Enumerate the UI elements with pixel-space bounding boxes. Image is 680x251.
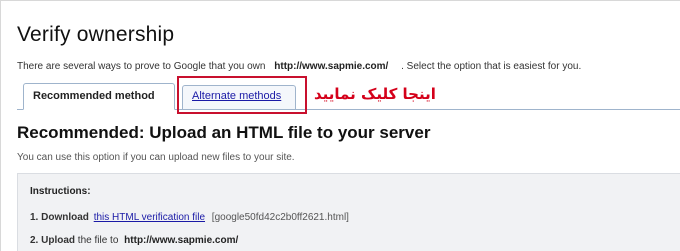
instructions-box: Instructions: 1. Download this HTML veri… [17, 173, 680, 251]
intro-before: There are several ways to prove to Googl… [17, 61, 266, 72]
step-1-verb: Download [41, 212, 89, 223]
instruction-step-1: 1. Download this HTML verification file … [30, 212, 349, 223]
annotation-highlight-box [177, 76, 307, 114]
section-description: You can use this option if you can uploa… [17, 152, 295, 163]
verification-filename: [google50fd42c2b0ff2621.html] [211, 212, 349, 223]
tab-recommended-method[interactable]: Recommended method [23, 83, 175, 110]
step-2-site-url: http://www.sapmie.com/ [124, 235, 239, 246]
instruction-step-2: 2. Upload the file to http://www.sapmie.… [30, 235, 238, 246]
intro-site-url: http://www.sapmie.com/ [274, 61, 389, 72]
step-2-number: 2. [30, 235, 39, 246]
section-title: Recommended: Upload an HTML file to your… [17, 123, 431, 142]
download-verification-file-link[interactable]: this HTML verification file [94, 212, 205, 223]
tab-recommended-label: Recommended method [33, 90, 155, 102]
annotation-click-here: اینجا کلیک نمایید [314, 85, 436, 103]
page-title: Verify ownership [17, 23, 175, 46]
step-2-verb: Upload [41, 235, 76, 246]
intro-text: There are several ways to prove to Googl… [17, 61, 581, 72]
intro-after: . Select the option that is easiest for … [401, 61, 582, 72]
step-1-number: 1. [30, 212, 39, 223]
verification-panel: Verify ownership There are several ways … [0, 0, 680, 251]
instructions-title: Instructions: [30, 186, 91, 197]
step-2-text: the file to [77, 235, 119, 246]
